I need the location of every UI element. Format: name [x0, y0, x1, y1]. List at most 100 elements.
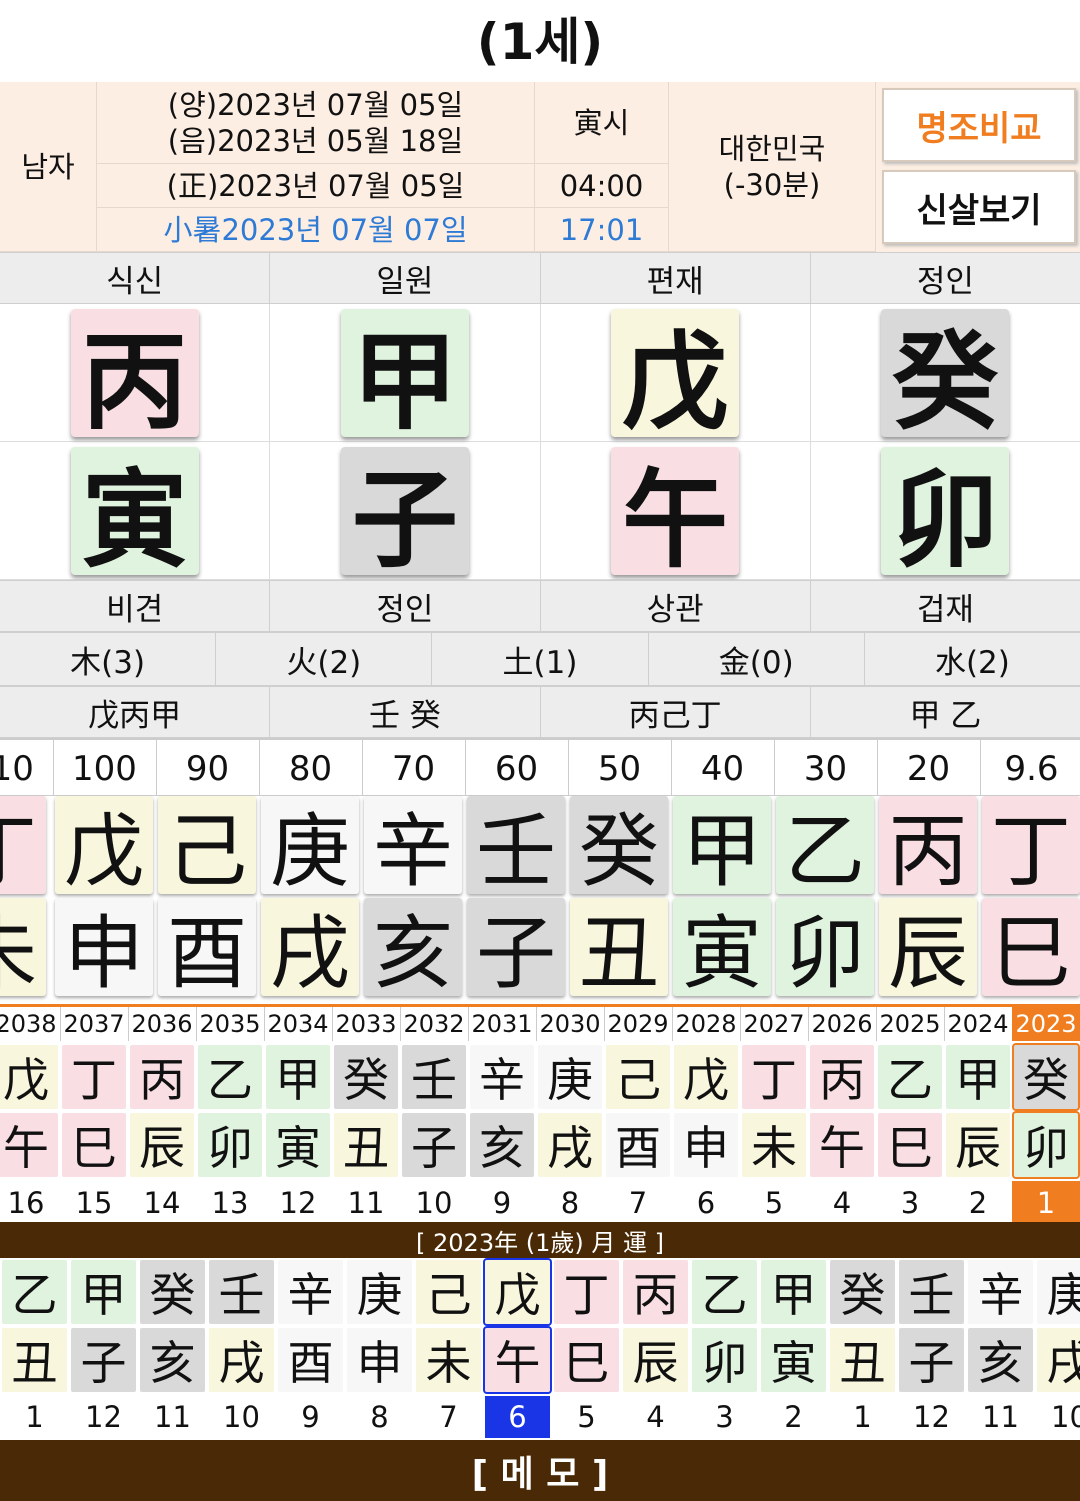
month-branch[interactable]: 戌: [209, 1328, 274, 1392]
month-stem[interactable]: 癸: [140, 1260, 205, 1324]
year-branch[interactable]: 亥: [470, 1113, 534, 1177]
branch-tile[interactable]: 寅: [70, 446, 199, 582]
month-stem[interactable]: 壬: [209, 1260, 274, 1324]
month-branch[interactable]: 午: [483, 1326, 552, 1394]
daeun-stem[interactable]: 壬: [467, 796, 565, 898]
daeun-stem[interactable]: 戊: [55, 796, 153, 898]
year-label[interactable]: 2033: [332, 1007, 401, 1041]
year-branch[interactable]: 辰: [130, 1113, 194, 1177]
daeun-stem[interactable]: 丁: [0, 796, 46, 898]
year-branch[interactable]: 午: [0, 1113, 58, 1177]
daeun-stem[interactable]: 辛: [364, 796, 462, 898]
year-label[interactable]: 2032: [400, 1007, 469, 1041]
branch-tile[interactable]: 子: [340, 446, 469, 582]
daeun-stem[interactable]: 丁: [982, 796, 1080, 898]
month-branch[interactable]: 寅: [761, 1328, 826, 1392]
month-stem[interactable]: 乙: [692, 1260, 757, 1324]
year-label[interactable]: 2030: [536, 1007, 605, 1041]
daeun-stem[interactable]: 甲: [673, 796, 771, 898]
daeun-branch[interactable]: 丑: [570, 898, 668, 1000]
year-stem[interactable]: 癸: [334, 1045, 398, 1109]
year-label[interactable]: 2027: [740, 1007, 809, 1041]
year-label[interactable]: 2037: [60, 1007, 129, 1041]
daeun-stem[interactable]: 癸: [570, 796, 668, 898]
year-stem[interactable]: 戊: [674, 1045, 738, 1109]
year-stem[interactable]: 丙: [810, 1045, 874, 1109]
year-stem[interactable]: 壬: [402, 1045, 466, 1109]
month-branch[interactable]: 酉: [278, 1328, 343, 1392]
month-branch[interactable]: 卯: [692, 1328, 757, 1392]
stem-tile[interactable]: 癸: [881, 308, 1010, 444]
month-branch[interactable]: 亥: [968, 1328, 1033, 1392]
month-stem[interactable]: 壬: [899, 1260, 964, 1324]
year-branch[interactable]: 戌: [538, 1113, 602, 1177]
daeun-branch[interactable]: 未: [0, 898, 46, 1000]
month-stem[interactable]: 辛: [968, 1260, 1033, 1324]
year-branch[interactable]: 申: [674, 1113, 738, 1177]
year-label[interactable]: 2036: [128, 1007, 197, 1041]
month-stem[interactable]: 庚: [347, 1260, 412, 1324]
daeun-branch[interactable]: 亥: [364, 898, 462, 1000]
month-branch[interactable]: 戌: [1037, 1328, 1080, 1392]
year-label[interactable]: 2035: [196, 1007, 265, 1041]
memo-button[interactable]: [ 메 모 ]: [0, 1440, 1080, 1501]
year-branch[interactable]: 卯: [198, 1113, 262, 1177]
year-branch[interactable]: 子: [402, 1113, 466, 1177]
month-branch[interactable]: 子: [899, 1328, 964, 1392]
year-stem[interactable]: 乙: [198, 1045, 262, 1109]
daeun-branch[interactable]: 卯: [776, 898, 874, 1000]
daeun-stem[interactable]: 庚: [261, 796, 359, 898]
year-stem[interactable]: 戊: [0, 1045, 58, 1109]
month-branch[interactable]: 丑: [830, 1328, 895, 1392]
daeun-stem[interactable]: 己: [158, 796, 256, 898]
stem-tile[interactable]: 戊: [611, 308, 740, 444]
daeun-branch[interactable]: 戌: [261, 898, 359, 1000]
year-branch[interactable]: 卯: [1014, 1113, 1078, 1177]
daeun-branch[interactable]: 寅: [673, 898, 771, 1000]
daeun-stem[interactable]: 乙: [776, 796, 874, 898]
month-stem[interactable]: 庚: [1037, 1260, 1080, 1324]
compare-button[interactable]: 명조비교: [882, 88, 1076, 162]
month-stem[interactable]: 甲: [71, 1260, 136, 1324]
year-stem[interactable]: 甲: [946, 1045, 1010, 1109]
daeun-branch[interactable]: 酉: [158, 898, 256, 1000]
month-stem[interactable]: 己: [416, 1260, 481, 1324]
year-label[interactable]: 2029: [604, 1007, 673, 1041]
month-stem[interactable]: 丙: [623, 1260, 688, 1324]
year-label[interactable]: 2028: [672, 1007, 741, 1041]
year-branch[interactable]: 巳: [878, 1113, 942, 1177]
month-branch[interactable]: 子: [71, 1328, 136, 1392]
daeun-branch[interactable]: 子: [467, 898, 565, 1000]
year-stem[interactable]: 辛: [470, 1045, 534, 1109]
branch-tile[interactable]: 午: [611, 446, 740, 582]
year-branch[interactable]: 寅: [266, 1113, 330, 1177]
year-label[interactable]: 2024: [944, 1007, 1013, 1041]
year-label[interactable]: 2026: [808, 1007, 877, 1041]
year-label[interactable]: 2034: [264, 1007, 333, 1041]
month-branch[interactable]: 辰: [623, 1328, 688, 1392]
month-branch[interactable]: 未: [416, 1328, 481, 1392]
year-branch[interactable]: 辰: [946, 1113, 1010, 1177]
month-stem[interactable]: 甲: [761, 1260, 826, 1324]
year-stem[interactable]: 癸: [1014, 1045, 1078, 1109]
stem-tile[interactable]: 甲: [340, 308, 469, 444]
year-stem[interactable]: 甲: [266, 1045, 330, 1109]
month-stem[interactable]: 戊: [483, 1258, 552, 1326]
year-stem[interactable]: 己: [606, 1045, 670, 1109]
month-stem[interactable]: 癸: [830, 1260, 895, 1324]
daeun-branch[interactable]: 巳: [982, 898, 1080, 1000]
month-stem[interactable]: 辛: [278, 1260, 343, 1324]
year-stem[interactable]: 丙: [130, 1045, 194, 1109]
year-branch[interactable]: 未: [742, 1113, 806, 1177]
month-branch[interactable]: 亥: [140, 1328, 205, 1392]
daeun-branch[interactable]: 辰: [879, 898, 977, 1000]
year-branch[interactable]: 午: [810, 1113, 874, 1177]
month-stem[interactable]: 丁: [554, 1260, 619, 1324]
sinsal-button[interactable]: 신살보기: [882, 170, 1076, 244]
year-stem[interactable]: 丁: [62, 1045, 126, 1109]
year-label[interactable]: 2025: [876, 1007, 945, 1041]
daeun-stem[interactable]: 丙: [879, 796, 977, 898]
month-branch[interactable]: 巳: [554, 1328, 619, 1392]
year-label[interactable]: 2031: [468, 1007, 537, 1041]
year-stem[interactable]: 丁: [742, 1045, 806, 1109]
